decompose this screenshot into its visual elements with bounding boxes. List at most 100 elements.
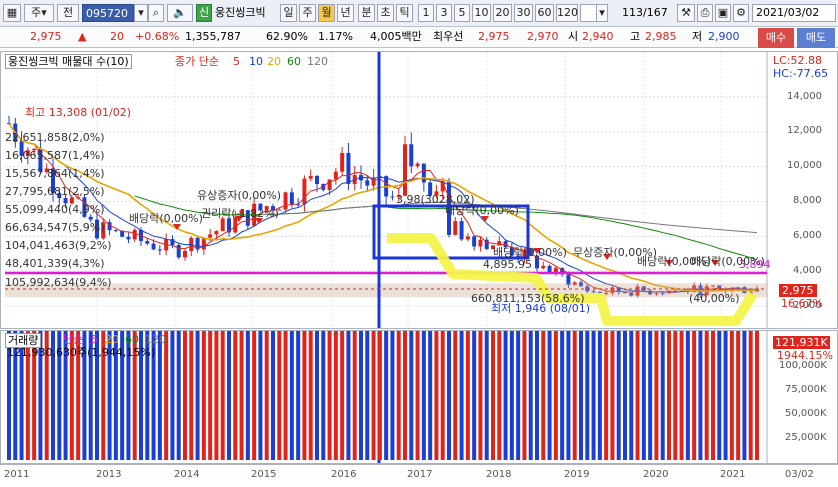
volume-bar (629, 331, 634, 460)
period-minute[interactable]: 분 (358, 4, 375, 22)
print-icon[interactable]: ⎙ (697, 4, 713, 22)
candle-body (308, 175, 313, 179)
event-label-8: 배당락(0,00%) (691, 255, 765, 268)
profile-legend[interactable]: 웅진씽크빅 매물대 수(10) (5, 54, 132, 69)
candle-body (88, 216, 93, 220)
candle-body (157, 249, 162, 251)
volume-bar (547, 331, 552, 460)
interval-30[interactable]: 30 (514, 4, 533, 22)
volume: 1,355,787 (185, 30, 241, 43)
candle-body (126, 236, 131, 240)
interval-20[interactable]: 20 (493, 4, 512, 22)
interval-10[interactable]: 10 (472, 4, 491, 22)
current-price: 2,975 (30, 30, 62, 43)
period-month[interactable]: 월 (318, 4, 335, 22)
volume-bar (409, 331, 414, 460)
volume-bar (748, 331, 753, 460)
volume-bar (308, 331, 313, 460)
interval-5[interactable]: 5 (454, 4, 470, 22)
low-label: 저 (692, 30, 703, 43)
volume-bar (195, 331, 200, 460)
market-select[interactable]: 주▾ (24, 4, 54, 22)
volume-tag: 121,931K (773, 336, 830, 349)
speaker-icon[interactable]: 🔈 (167, 4, 193, 22)
high-note: 최고 13,308 (01/02) (25, 106, 132, 119)
volume-bar (597, 331, 602, 460)
trade-amount: 4,005백만 (370, 30, 422, 43)
volume-bar (176, 331, 181, 460)
x-tick-date: 03/02 (785, 469, 814, 480)
volume-bar (478, 331, 483, 460)
stock-code-input[interactable]: 095720 (82, 4, 134, 22)
sell-button[interactable]: 매도 (797, 28, 835, 48)
volume-bar (667, 331, 671, 460)
volume-bar (685, 331, 690, 460)
price-chart[interactable] (1, 52, 837, 328)
interval-1[interactable]: 1 (418, 4, 434, 22)
candle-body (151, 243, 156, 250)
period-second[interactable]: 초 (377, 4, 394, 22)
vol-tick-100000: 100,000K (779, 360, 827, 371)
candle-body (214, 231, 219, 235)
candle-body (472, 236, 477, 247)
current-price-tag: 2,975 (779, 284, 817, 297)
grid-icon[interactable]: ▦ (3, 4, 21, 22)
volume-bar (553, 331, 558, 460)
x-tick-2013: 2013 (96, 469, 122, 480)
best-ask-label: 최우선 (433, 30, 464, 43)
vol-ma-5-label: 5 (91, 333, 98, 346)
date-input[interactable]: 2021/03/02 (752, 4, 836, 22)
volume-bar (679, 331, 684, 460)
settings-icon[interactable]: ⚙ (733, 4, 749, 22)
volume-bar (673, 331, 678, 460)
volume-bar (484, 331, 489, 460)
vol-ma-60-label: 60 (125, 333, 139, 346)
ma-10-label: 10 (249, 55, 263, 68)
best-bid: 2,970 (527, 30, 559, 43)
interval-60[interactable]: 60 (535, 4, 554, 22)
event-label-1: 배당락(0,00%) (129, 212, 203, 225)
x-tick-2017: 2017 (407, 469, 433, 480)
volume-bar (635, 331, 640, 460)
buy-button[interactable]: 매수 (758, 28, 794, 48)
candle-body (176, 244, 181, 258)
candle-body (453, 221, 458, 235)
volume-bar (390, 331, 395, 460)
candle-body (403, 144, 407, 196)
event-label-5: 배당락(0,00%) (493, 246, 567, 259)
x-tick-2020: 2020 (643, 469, 669, 480)
volume-bar (333, 331, 338, 460)
profile-row-5: 55,099,440(4,9%) (5, 203, 105, 216)
period-tick[interactable]: 틱 (396, 4, 413, 22)
volume-bar (711, 331, 715, 460)
ma-title: 종가 단순 (175, 55, 219, 68)
x-tick-2014: 2014 (174, 469, 200, 480)
volume-bar (239, 331, 244, 460)
volume-bar (648, 331, 653, 460)
volume-bar (183, 331, 187, 460)
period-week[interactable]: 주 (299, 4, 316, 22)
ma-5-label: 5 (233, 55, 240, 68)
volume-bar (516, 331, 521, 460)
volume-bar (283, 331, 288, 460)
y-tick-8000: 8,000 (793, 195, 822, 206)
x-tick-2016: 2016 (331, 469, 357, 480)
volume-bar (415, 331, 420, 460)
period-day[interactable]: 일 (280, 4, 297, 22)
vol-ma-20-label: 20 (105, 333, 119, 346)
hc-value: HC:-77.65 (773, 67, 829, 80)
interval-dropdown-icon[interactable]: ▾ (596, 4, 608, 22)
volume-bar (384, 331, 389, 460)
code-dropdown-icon[interactable]: ▾ (134, 4, 148, 22)
interval-120[interactable]: 120 (556, 4, 578, 22)
save-icon[interactable]: ▣ (715, 4, 731, 22)
search-icon[interactable]: ⌕ (148, 4, 164, 22)
period-type-select[interactable]: 전 (57, 4, 79, 22)
volume-bar (497, 331, 502, 460)
profile-row-7: 104,041,463(9,2%) (5, 239, 112, 252)
tools-icon[interactable]: ⚒ (677, 4, 695, 22)
period-year[interactable]: 년 (337, 4, 354, 22)
volume-bar (428, 331, 433, 460)
interval-3[interactable]: 3 (436, 4, 452, 22)
volume-bar (623, 331, 627, 460)
